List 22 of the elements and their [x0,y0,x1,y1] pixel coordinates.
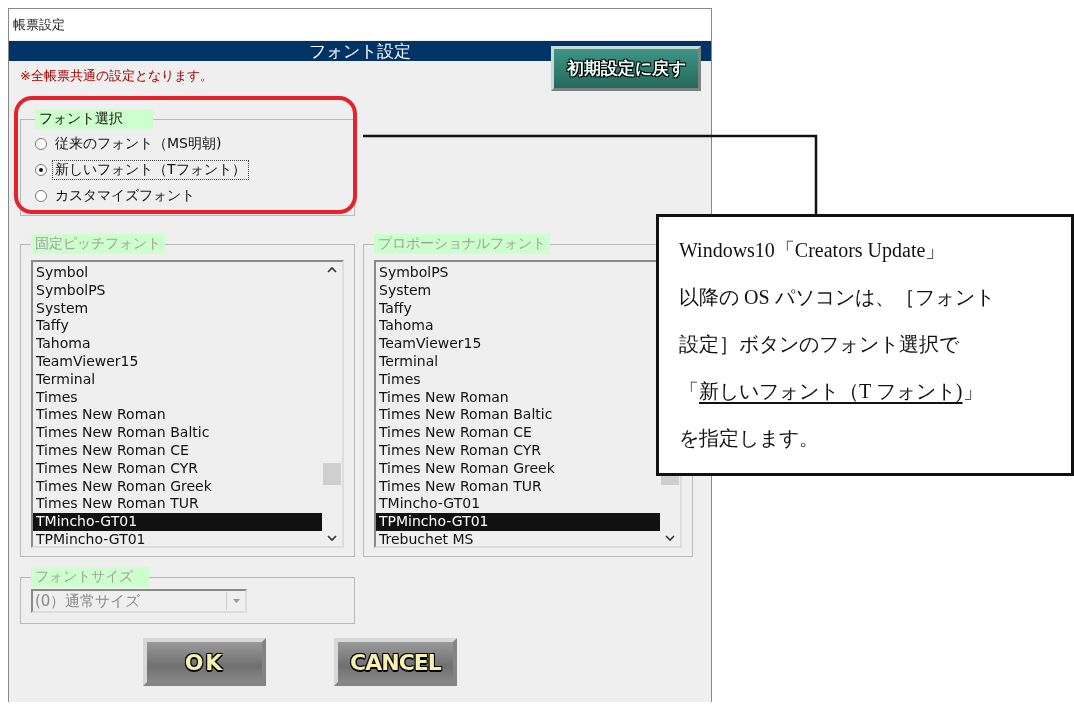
cancel-button[interactable]: CANCEL [334,638,457,686]
callout-text: Windows10「Creators Update」 以降の OS パソコンは、［フォント 設定］ボタンのフォント選択で 「新しいフォント（T フォント)」 を指定します。 [679,238,996,451]
ok-button[interactable]: OK [143,638,266,686]
group-legend: 固定ピッチフォント [31,234,165,254]
notice-text: ※全帳票共通の設定となります。 [20,68,213,83]
group-legend: フォント選択 [35,109,153,129]
radio-label[interactable]: 新しいフォント（Tフォント） [52,160,249,180]
scroll-thumb[interactable] [323,463,341,485]
header-title: フォント設定 [309,41,411,61]
radio-label[interactable]: カスタマイズフォント [52,186,198,206]
radio-button[interactable] [35,138,47,150]
radio-button[interactable] [35,190,47,202]
group-legend: フォントサイズ [31,567,149,587]
radio-button[interactable] [35,164,47,176]
reset-button[interactable]: 初期設定に戻す [551,46,701,91]
window-title: 帳票設定 [13,15,65,34]
font-list[interactable] [31,260,344,548]
scroll-down-icon[interactable] [665,535,675,542]
radio-label[interactable]: 従来のフォント（MS明朝) [52,134,225,154]
scroll-down-icon[interactable] [327,535,337,542]
group-legend: プロポーショナルフォント [374,234,550,254]
scroll-up-icon[interactable] [327,266,337,273]
